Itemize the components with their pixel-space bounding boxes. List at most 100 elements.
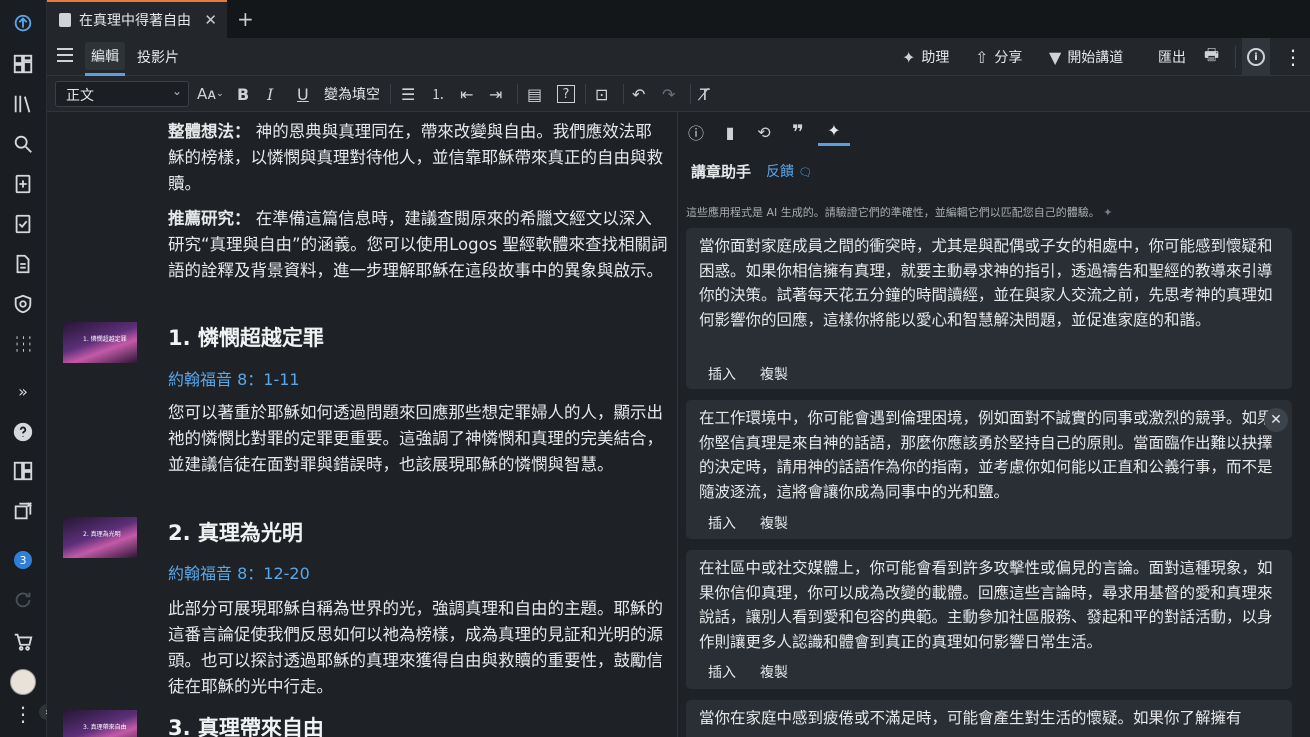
section-heading: 3. 真理帶來自由 [168,716,324,737]
dashboard-icon[interactable] [9,50,37,78]
info-button[interactable]: i [1242,38,1270,76]
application-text: 在社區中或社交媒體上，你可能會看到許多攻擊性或偏見的言論。面對這種現象，如果你信… [699,559,1273,651]
search-icon[interactable] [9,130,37,158]
slide-thumbnail[interactable]: 2. 真理為光明 [63,517,137,558]
pulpit-icon: ▼ [1049,47,1062,67]
recommended-study-label: 推薦研究： [168,209,251,228]
toolbar-divider [623,84,624,104]
toolbar-divider [390,84,391,104]
mode-edit-tab[interactable]: 編輯 [85,38,125,76]
ai-disclaimer: 這些應用程式是 AI 生成的。請驗證它們的準確性，並編輯它們以匹配您自己的體驗。… [686,206,1113,219]
redo-icon[interactable]: ↷ [662,82,675,106]
sparkle-icon: ✦ [902,47,916,67]
clear-formatting-icon[interactable]: T̸ [700,82,710,106]
font-size-icon[interactable]: Aᴀ ⌄ [197,82,224,106]
help-icon[interactable] [9,418,37,446]
print-button[interactable]: 🖶 [1204,38,1219,76]
scripture-reference-link[interactable]: 約翰福音 8：1-11 [168,366,300,390]
question-block-icon[interactable]: ? [557,85,575,103]
comment-icon: 🗨 [798,166,813,179]
paragraph-style-select[interactable]: 正文 ⌄ [55,81,189,107]
toolbar-divider [585,84,586,104]
assist-button[interactable]: ✦ 助理 [902,38,949,76]
copy-button[interactable]: 複製 [760,513,788,533]
toolbar-divider [690,84,691,104]
left-rail: » 3 ⋮ › [0,0,55,737]
avatar[interactable] [9,668,37,696]
undo-icon[interactable]: ↶ [632,82,645,106]
avatar-image [10,669,36,695]
close-tab-icon[interactable]: ✕ [204,11,217,29]
toolbar-divider [517,84,518,104]
notifications-badge[interactable]: 3 [9,546,37,574]
bullet-list-icon[interactable]: ☰ [401,82,415,106]
application-text: 在工作環境中，你可能會遇到倫理困境，例如面對不誠實的同事或激烈的競爭。如果你堅信… [699,409,1273,501]
underline-icon[interactable]: U [297,82,309,106]
insert-button[interactable]: 插入 [708,662,736,682]
application-card: 在社區中或社交媒體上，你可能會看到許多攻擊性或偏見的言論。面對這種現象，如果你信… [686,550,1292,689]
document-icon [59,13,71,27]
scripture-reference-link[interactable]: 約翰福音 8：12-20 [168,560,310,584]
shield-icon[interactable] [9,290,37,318]
feedback-link[interactable]: 反饋 🗨 [766,161,812,181]
insert-button[interactable]: 插入 [708,513,736,533]
info-icon: i [1247,48,1265,66]
assistant-tab-sparkle-icon[interactable]: ✦ [818,118,850,146]
section-heading: 2. 真理為光明 [168,521,303,545]
apps-grid-icon[interactable] [9,330,37,358]
indent-icon[interactable]: ⇥ [489,82,502,106]
reading-plan-icon[interactable] [9,210,37,238]
bold-icon[interactable]: B [237,82,249,106]
slide-thumbnail[interactable]: 1. 憐憫超越定罪 [63,322,137,363]
start-preaching-button[interactable]: ▼ 開始講道 [1049,38,1123,76]
add-slide-icon[interactable]: ⊡ [595,82,608,106]
big-idea-paragraph: 整體想法： 神的恩典與真理同在，帶來改變與自由。我們應效法耶穌的榜樣，以憐憫與真… [168,119,668,197]
block-format-icon[interactable]: ▤ [527,82,542,106]
section-heading: 1. 憐憫超越定罪 [168,326,324,350]
section-body: 您可以著重於耶穌如何透過問題來回應那些想定罪婦人的人，顯示出祂的憐憫比對罪的定罪… [168,403,663,474]
more-options-icon[interactable]: ⋮ [1283,38,1303,76]
more-vertical-icon[interactable]: ⋮ [9,700,37,728]
share-button[interactable]: ⇧ 分享 [975,38,1022,76]
italic-icon[interactable]: I [267,82,273,106]
outdent-icon[interactable]: ⇤ [460,82,473,106]
app-window: » 3 ⋮ › 在真理中得著自由 ✕ + 編輯 [0,0,1310,737]
format-toolbar: 正文 ⌄ Aᴀ ⌄ B I U 變為填空 ☰ ⒈ ⇤ ⇥ ▤ ? ⊡ ↶ ↷ T̸ [47,76,1310,112]
numbered-list-icon[interactable]: ⒈ [431,82,445,106]
history-tab-icon[interactable]: ⟲ [748,118,780,146]
mode-slides-tab[interactable]: 投影片 [137,38,179,76]
export-button[interactable]: 匯出 [1158,38,1186,76]
notes-tab-icon[interactable]: ▮ [714,118,746,146]
bible-add-icon[interactable] [9,170,37,198]
copy-button[interactable]: 複製 [760,364,788,384]
application-card: 當你面對家庭成員之間的衝突時，尤其是與配偶或子女的相處中，你可能感到懷疑和困惑。… [686,228,1292,389]
tab-title: 在真理中得著自由 [79,13,191,29]
expand-rail-icon[interactable]: » [9,377,37,405]
close-panels-icon[interactable] [9,497,37,525]
library-icon[interactable] [9,90,37,118]
info-tab-icon[interactable]: ⓘ [680,118,712,146]
fill-blank-button[interactable]: 變為填空 [324,82,380,106]
new-tab-icon[interactable]: + [237,7,254,31]
sync-icon[interactable] [9,586,37,614]
tab-bar: 在真理中得著自由 ✕ + [47,0,1310,38]
insert-button[interactable]: 插入 [708,364,736,384]
chevron-down-icon: ⌄ [171,84,182,98]
panel-tabs: ⓘ ▮ ⟲ ❞ ✦ [678,112,1310,152]
document-header: 編輯 投影片 ✦ 助理 ⇧ 分享 ▼ 開始講道 匯出 🖶 i ⋮ [47,38,1310,76]
close-icon[interactable]: ✕ [1264,408,1288,432]
copy-button[interactable]: 複製 [760,662,788,682]
menu-icon[interactable] [57,48,73,62]
document-icon[interactable] [9,250,37,278]
application-card: 當你在家庭中感到疲倦或不滿足時，可能會產生對生活的懷疑。如果你了解擁有 [686,700,1292,737]
print-icon: 🖶 [1204,44,1220,64]
document-tab[interactable]: 在真理中得著自由 ✕ [47,0,227,38]
quotes-tab-icon[interactable]: ❞ [782,118,814,146]
sermon-editor[interactable]: 整體想法： 神的恩典與真理同在，帶來改變與自由。我們應效法耶穌的榜樣，以憐憫與真… [47,112,677,737]
layout-icon[interactable] [9,457,37,485]
big-idea-label: 整體想法： [168,122,251,141]
logos-home-icon[interactable] [9,10,37,38]
slide-thumbnail[interactable]: 3. 真理帶來自由 [63,710,137,737]
section-body: 此部分可展現耶穌自稱為世界的光，強調真理和自由的主題。耶穌的這番言論促使我們反思… [168,599,663,696]
cart-icon[interactable] [9,628,37,656]
